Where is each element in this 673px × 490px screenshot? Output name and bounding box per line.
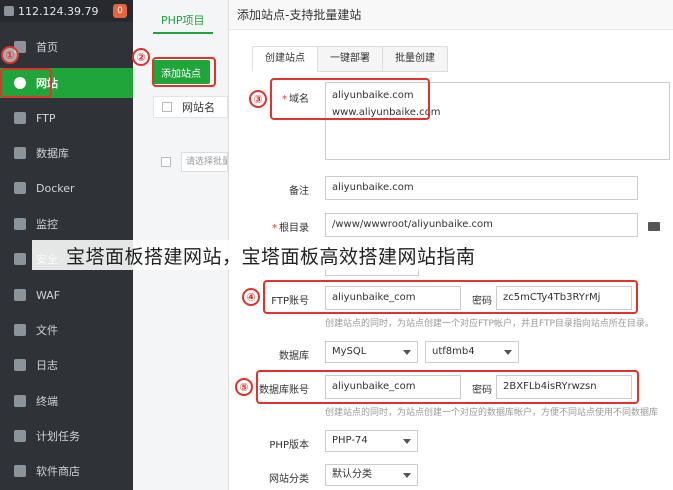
notification-badge[interactable]: 0 — [113, 4, 127, 18]
sidebar-item-label: 数据库 — [36, 147, 69, 160]
sidebar-item-label: 文件 — [36, 324, 58, 337]
monitor-icon — [14, 218, 26, 230]
step-2-marker: ② — [132, 48, 150, 66]
highlight-db-account — [256, 370, 639, 404]
highlight-website-item — [0, 68, 52, 98]
highlight-ftp-account — [263, 280, 638, 314]
database-icon — [14, 147, 26, 159]
sidebar-item-ftp[interactable]: FTP — [0, 103, 133, 133]
terminal-icon — [14, 395, 26, 407]
folder-icon — [14, 324, 26, 336]
remark-input[interactable]: aliyunbaike.com — [325, 176, 638, 200]
tab-underline — [153, 32, 213, 34]
sidebar-item-logs[interactable]: 日志 — [0, 350, 133, 380]
sidebar-item-label: 软件商店 — [36, 465, 80, 478]
column-site-name: 网站名 — [182, 101, 215, 114]
charset-select[interactable]: utf8mb4 — [425, 341, 519, 363]
server-icon — [4, 6, 14, 16]
tab-php-project[interactable]: PHP项目 — [161, 12, 205, 28]
sidebar-item-home[interactable]: 首页 — [0, 32, 133, 62]
sidebar-item-label: WAF — [36, 288, 61, 302]
sidebar-item-label: 监控 — [36, 218, 58, 231]
sidebar-item-label: Docker — [36, 181, 75, 195]
table-header: 网站名 — [153, 96, 228, 118]
store-icon — [14, 465, 26, 477]
clock-icon — [14, 430, 26, 442]
ftp-hint: 创建站点的同时，为站点创建一个对应FTP帐户，并且FTP目录指向站点所在目录。 — [325, 319, 654, 329]
sidebar-item-terminal[interactable]: 终端 — [0, 386, 133, 416]
sidebar-item-label: 计划任务 — [36, 430, 80, 443]
tab-one-click-deploy[interactable]: 一键部署 — [317, 46, 383, 72]
database-type-select[interactable]: MySQL — [325, 341, 418, 363]
sidebar-item-label: 终端 — [36, 395, 58, 408]
folder-icon[interactable] — [648, 222, 660, 231]
database-label: 数据库 — [279, 351, 309, 362]
sidebar-item-files[interactable]: 文件 — [0, 315, 133, 345]
sidebar-item-label: 日志 — [36, 359, 58, 372]
category-select[interactable]: 默认分类 — [325, 464, 418, 486]
row-checkbox[interactable] — [161, 157, 171, 167]
chevron-down-icon — [504, 350, 512, 355]
server-header: 112.124.39.79 0 — [0, 0, 133, 22]
chevron-down-icon — [403, 439, 411, 444]
highlight-domain — [270, 78, 430, 120]
step-3-marker: ③ — [249, 90, 267, 108]
server-ip: 112.124.39.79 — [18, 4, 99, 18]
step-4-marker: ④ — [242, 288, 260, 306]
log-icon — [14, 359, 26, 371]
step-5-marker: ⑤ — [235, 378, 253, 396]
php-version-label: PHP版本 — [269, 440, 309, 451]
docker-icon — [14, 182, 26, 194]
db-hint: 创建站点的同时，为站点创建一个对应的数据库帐户，方便不同站点使用不同数据库 — [325, 408, 659, 418]
waf-icon — [14, 289, 26, 301]
category-label: 网站分类 — [269, 474, 309, 485]
ftp-icon — [14, 112, 26, 124]
dialog-tabs: 创建站点 一键部署 批量创建 — [252, 46, 448, 72]
tab-batch-create[interactable]: 批量创建 — [382, 46, 448, 72]
sidebar-item-waf[interactable]: WAF — [0, 280, 133, 310]
sidebar-item-store[interactable]: 软件商店 — [0, 456, 133, 486]
sidebar-item-docker[interactable]: Docker — [0, 173, 133, 203]
sidebar-item-database[interactable]: 数据库 — [0, 138, 133, 168]
sidebar-item-cron[interactable]: 计划任务 — [0, 421, 133, 451]
root-dir-label: * 根目录 — [272, 223, 309, 234]
chevron-down-icon — [403, 350, 411, 355]
tab-create-site[interactable]: 创建站点 — [252, 46, 318, 72]
php-version-select[interactable]: PHP-74 — [325, 430, 418, 452]
sidebar-item-monitor[interactable]: 监控 — [0, 209, 133, 239]
sidebar-item-label: 首页 — [36, 41, 58, 54]
article-caption: 宝塔面板搭建网站，宝塔面板高效搭建网站指南 — [32, 240, 658, 270]
batch-action-select[interactable]: 请选择批量操作 — [181, 152, 228, 172]
dialog-title: 添加站点-支持批量建站 — [229, 0, 673, 30]
shield-icon — [14, 253, 26, 265]
chevron-down-icon — [403, 473, 411, 478]
sidebar-item-label: FTP — [36, 111, 56, 125]
root-dir-input[interactable]: /www/wwwroot/aliyunbaike.com — [325, 213, 638, 237]
highlight-add-site-button — [152, 57, 216, 87]
remark-label: 备注 — [289, 186, 309, 197]
select-all-checkbox[interactable] — [162, 102, 172, 112]
step-1-marker: ① — [1, 46, 19, 64]
